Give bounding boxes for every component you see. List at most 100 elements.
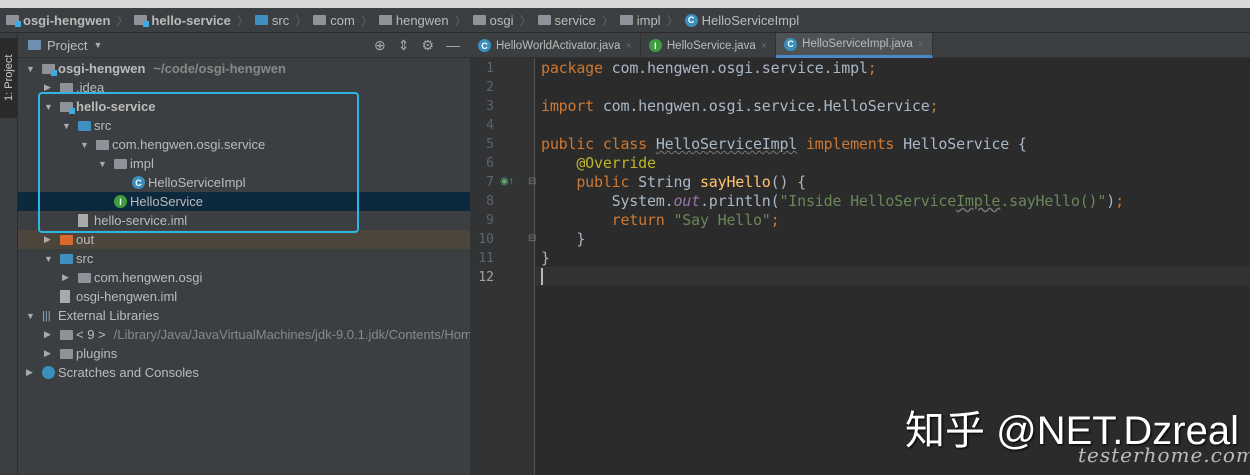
code-token: .sayHello()" — [1000, 192, 1107, 210]
fold-end-icon[interactable]: ⊟ — [528, 233, 536, 244]
tree-item[interactable]: ▶ .idea — [18, 78, 470, 97]
line-number: 2 — [486, 80, 494, 95]
chevron-right-icon: 〉 — [236, 13, 249, 28]
tree-item-icon — [114, 158, 127, 169]
folder-icon — [114, 158, 127, 169]
code-token: "Say Hello" — [673, 211, 771, 229]
breadcrumb-item[interactable]: hello-service — [134, 13, 231, 28]
collapsed-arrow-icon[interactable]: ▶ — [44, 234, 54, 245]
folder-icon — [60, 348, 73, 359]
tree-item-text: HelloServiceImpl — [148, 175, 246, 190]
tree-item[interactable]: C HelloServiceImpl — [18, 173, 470, 192]
tree-item-text: hello-service.iml — [94, 213, 188, 228]
code-token: String — [638, 173, 700, 191]
expanded-arrow-icon[interactable]: ▼ — [80, 140, 90, 150]
folder-icon — [537, 15, 551, 25]
project-tool-tab[interactable]: 1: Project — [0, 38, 18, 118]
module-file-icon — [60, 290, 70, 303]
close-icon[interactable]: × — [918, 38, 924, 50]
tree-item-label: HelloService — [130, 194, 203, 209]
editor-tabs: C HelloWorldActivator.java × I HelloService.… — [470, 33, 1250, 58]
code-token: ; — [867, 59, 877, 77]
locate-icon[interactable]: ⊕ — [374, 37, 386, 54]
breadcrumb-item[interactable]: impl — [619, 12, 661, 28]
editor-tab[interactable]: C HelloWorldActivator.java × — [470, 33, 641, 58]
breadcrumb-label: impl — [636, 12, 661, 28]
tree-item[interactable]: I HelloService — [18, 192, 470, 211]
tree-item[interactable]: ▶ Scratches and Consoles — [18, 363, 470, 382]
tree-item[interactable]: ▼ hello-service — [18, 97, 470, 116]
collapsed-arrow-icon[interactable]: ▶ — [44, 348, 54, 359]
hide-icon[interactable]: — — [446, 37, 460, 54]
breadcrumb-item[interactable]: com — [313, 13, 355, 28]
close-icon[interactable]: × — [761, 40, 767, 52]
expanded-arrow-icon[interactable]: ▼ — [26, 64, 36, 74]
tree-item-label: plugins — [76, 346, 117, 361]
tree-item-icon — [60, 348, 73, 359]
breadcrumb-item[interactable]: osgi — [472, 13, 514, 28]
project-view-selector[interactable]: Project — [47, 38, 87, 53]
chevron-right-icon: 〉 — [666, 13, 679, 28]
collapsed-arrow-icon[interactable]: ▶ — [44, 329, 54, 340]
tree-item[interactable]: ▶ out — [18, 230, 470, 249]
tree-item[interactable]: ▼ ||| External Libraries — [18, 306, 470, 325]
editor-tab[interactable]: I HelloService.java × — [641, 33, 777, 58]
expanded-arrow-icon[interactable]: ▼ — [26, 311, 36, 321]
breadcrumb-label: service — [554, 12, 596, 28]
code-token: System. — [541, 192, 674, 210]
text-caret — [541, 268, 543, 285]
collapsed-arrow-icon[interactable]: ▶ — [26, 367, 36, 378]
tree-item[interactable]: ▼ com.hengwen.osgi.service — [18, 135, 470, 154]
tree-item[interactable]: ▼ impl — [18, 154, 470, 173]
class-icon: C — [784, 37, 798, 51]
tree-item-icon: I — [114, 195, 127, 208]
implements-marker-icon[interactable]: ◉↑ — [500, 176, 514, 187]
source-folder-icon — [78, 120, 91, 131]
tree-item[interactable]: ▼ osgi-hengwen ~/code/osgi-hengwen — [18, 59, 470, 78]
breadcrumb-item[interactable]: osgi-hengwen — [6, 13, 110, 28]
tree-item[interactable]: ▶ com.hengwen.osgi — [18, 268, 470, 287]
breadcrumb-item[interactable]: hengwen — [378, 13, 449, 28]
tree-item[interactable]: ▶ plugins — [18, 344, 470, 363]
interface-icon: I — [114, 195, 127, 208]
tree-item[interactable]: osgi-hengwen.iml — [18, 287, 470, 306]
collapse-all-icon[interactable]: ⇕ — [398, 37, 410, 54]
breadcrumb-item[interactable]: C HelloServiceImpl — [684, 12, 800, 28]
source-folder-icon — [254, 15, 268, 25]
collapsed-arrow-icon[interactable]: ▶ — [62, 272, 72, 283]
code-token: implements — [797, 135, 904, 153]
tree-item-text: com.hengwen.osgi — [94, 270, 203, 285]
breadcrumb-item[interactable]: service — [537, 12, 596, 28]
tree-item[interactable]: ▼ src — [18, 116, 470, 135]
folder-icon — [60, 82, 73, 93]
module-folder-icon — [6, 15, 21, 27]
gear-icon[interactable]: ⚙ — [421, 37, 434, 54]
editor-tab[interactable]: C HelloServiceImpl.java × — [776, 33, 934, 58]
breadcrumb-label: src — [271, 12, 290, 28]
expanded-arrow-icon[interactable]: ▼ — [62, 121, 72, 131]
code-line: public String sayHello() { — [541, 173, 806, 192]
expanded-arrow-icon[interactable]: ▼ — [44, 102, 54, 112]
chevron-down-icon[interactable]: ▼ — [93, 40, 102, 50]
tree-item[interactable]: hello-service.iml — [18, 211, 470, 230]
collapsed-arrow-icon[interactable]: ▶ — [44, 82, 54, 93]
chevron-right-icon: 〉 — [519, 13, 532, 28]
close-icon[interactable]: × — [625, 40, 631, 52]
folder-icon — [313, 15, 327, 25]
tree-item-label: External Libraries — [58, 308, 159, 323]
breadcrumb-item[interactable]: src — [254, 12, 290, 28]
module-folder-icon — [42, 63, 57, 76]
tree-item-path: ~/code/osgi-hengwen — [153, 61, 286, 76]
code-line: return "Say Hello"; — [541, 211, 780, 230]
tree-item-text: osgi-hengwen — [58, 61, 146, 76]
tree-item[interactable]: ▼ src — [18, 249, 470, 268]
breadcrumb-label: HelloServiceImpl — [701, 12, 800, 28]
code-token: import — [541, 97, 603, 115]
tree-item-icon — [60, 253, 73, 264]
line-number: 6 — [486, 156, 494, 171]
tree-item-icon — [78, 120, 91, 131]
expanded-arrow-icon[interactable]: ▼ — [44, 254, 54, 264]
tree-item[interactable]: ▶ < 9 > /Library/Java/JavaVirtualMachines/… — [18, 325, 479, 344]
fold-icon[interactable]: ⊟ — [528, 176, 536, 187]
expanded-arrow-icon[interactable]: ▼ — [98, 159, 108, 169]
